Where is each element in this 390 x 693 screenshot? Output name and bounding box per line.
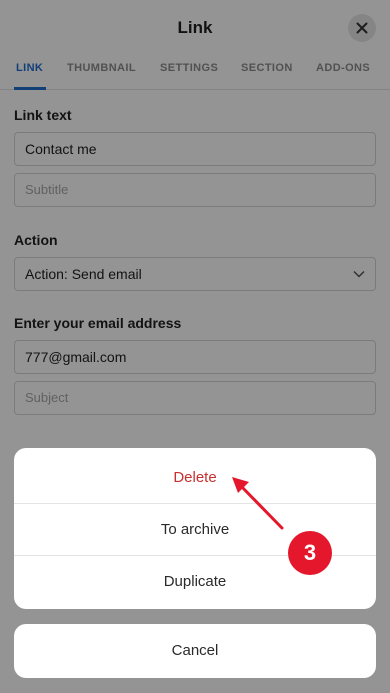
annotation-arrow-icon xyxy=(232,477,284,530)
step-badge: 3 xyxy=(288,531,332,575)
